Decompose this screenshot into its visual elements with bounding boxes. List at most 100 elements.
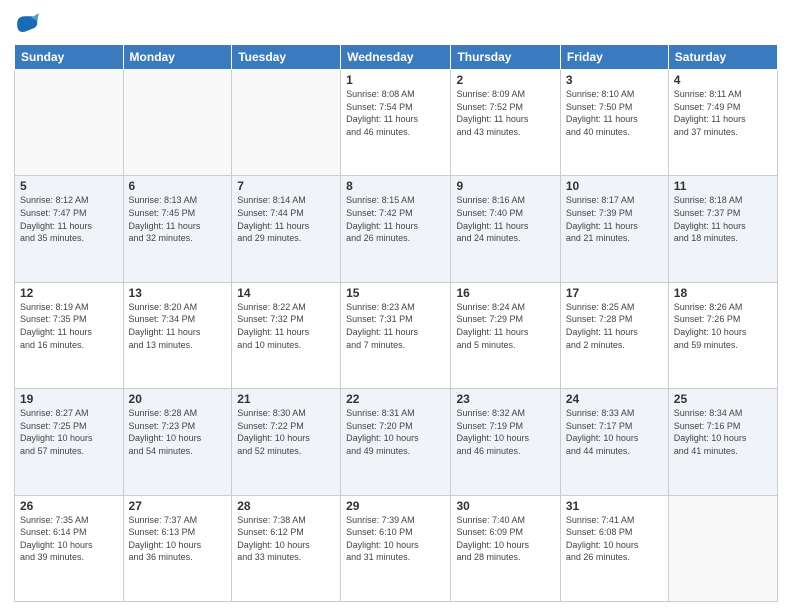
- day-info: Sunrise: 8:23 AM Sunset: 7:31 PM Dayligh…: [346, 301, 445, 351]
- day-number: 10: [566, 179, 663, 193]
- calendar-cell: 13Sunrise: 8:20 AM Sunset: 7:34 PM Dayli…: [123, 282, 232, 388]
- day-number: 13: [129, 286, 227, 300]
- day-info: Sunrise: 8:26 AM Sunset: 7:26 PM Dayligh…: [674, 301, 772, 351]
- calendar-table: SundayMondayTuesdayWednesdayThursdayFrid…: [14, 44, 778, 602]
- day-number: 9: [456, 179, 554, 193]
- calendar-cell: [668, 495, 777, 601]
- day-number: 12: [20, 286, 118, 300]
- day-info: Sunrise: 8:18 AM Sunset: 7:37 PM Dayligh…: [674, 194, 772, 244]
- calendar-cell: 7Sunrise: 8:14 AM Sunset: 7:44 PM Daylig…: [232, 176, 341, 282]
- day-number: 14: [237, 286, 335, 300]
- calendar-cell: 4Sunrise: 8:11 AM Sunset: 7:49 PM Daylig…: [668, 70, 777, 176]
- day-info: Sunrise: 8:31 AM Sunset: 7:20 PM Dayligh…: [346, 407, 445, 457]
- weekday-header: Monday: [123, 45, 232, 70]
- weekday-header: Sunday: [15, 45, 124, 70]
- day-number: 24: [566, 392, 663, 406]
- calendar-cell: 9Sunrise: 8:16 AM Sunset: 7:40 PM Daylig…: [451, 176, 560, 282]
- calendar-cell: [232, 70, 341, 176]
- day-number: 21: [237, 392, 335, 406]
- day-info: Sunrise: 8:13 AM Sunset: 7:45 PM Dayligh…: [129, 194, 227, 244]
- day-info: Sunrise: 8:08 AM Sunset: 7:54 PM Dayligh…: [346, 88, 445, 138]
- weekday-header: Saturday: [668, 45, 777, 70]
- calendar-cell: 24Sunrise: 8:33 AM Sunset: 7:17 PM Dayli…: [560, 389, 668, 495]
- day-info: Sunrise: 8:30 AM Sunset: 7:22 PM Dayligh…: [237, 407, 335, 457]
- day-info: Sunrise: 7:40 AM Sunset: 6:09 PM Dayligh…: [456, 514, 554, 564]
- day-number: 17: [566, 286, 663, 300]
- day-info: Sunrise: 7:39 AM Sunset: 6:10 PM Dayligh…: [346, 514, 445, 564]
- day-number: 7: [237, 179, 335, 193]
- calendar-cell: 11Sunrise: 8:18 AM Sunset: 7:37 PM Dayli…: [668, 176, 777, 282]
- calendar-cell: 1Sunrise: 8:08 AM Sunset: 7:54 PM Daylig…: [341, 70, 451, 176]
- calendar-cell: 29Sunrise: 7:39 AM Sunset: 6:10 PM Dayli…: [341, 495, 451, 601]
- calendar-cell: 21Sunrise: 8:30 AM Sunset: 7:22 PM Dayli…: [232, 389, 341, 495]
- day-number: 11: [674, 179, 772, 193]
- calendar-cell: 27Sunrise: 7:37 AM Sunset: 6:13 PM Dayli…: [123, 495, 232, 601]
- day-info: Sunrise: 8:15 AM Sunset: 7:42 PM Dayligh…: [346, 194, 445, 244]
- calendar-cell: 2Sunrise: 8:09 AM Sunset: 7:52 PM Daylig…: [451, 70, 560, 176]
- calendar-cell: [15, 70, 124, 176]
- day-number: 28: [237, 499, 335, 513]
- day-number: 6: [129, 179, 227, 193]
- day-number: 22: [346, 392, 445, 406]
- day-number: 31: [566, 499, 663, 513]
- calendar-cell: [123, 70, 232, 176]
- day-info: Sunrise: 8:32 AM Sunset: 7:19 PM Dayligh…: [456, 407, 554, 457]
- day-number: 5: [20, 179, 118, 193]
- day-info: Sunrise: 8:27 AM Sunset: 7:25 PM Dayligh…: [20, 407, 118, 457]
- day-number: 18: [674, 286, 772, 300]
- calendar-cell: 28Sunrise: 7:38 AM Sunset: 6:12 PM Dayli…: [232, 495, 341, 601]
- calendar-cell: 22Sunrise: 8:31 AM Sunset: 7:20 PM Dayli…: [341, 389, 451, 495]
- day-info: Sunrise: 8:17 AM Sunset: 7:39 PM Dayligh…: [566, 194, 663, 244]
- calendar-cell: 10Sunrise: 8:17 AM Sunset: 7:39 PM Dayli…: [560, 176, 668, 282]
- day-info: Sunrise: 8:14 AM Sunset: 7:44 PM Dayligh…: [237, 194, 335, 244]
- day-number: 30: [456, 499, 554, 513]
- day-number: 3: [566, 73, 663, 87]
- day-info: Sunrise: 7:35 AM Sunset: 6:14 PM Dayligh…: [20, 514, 118, 564]
- calendar-cell: 16Sunrise: 8:24 AM Sunset: 7:29 PM Dayli…: [451, 282, 560, 388]
- day-info: Sunrise: 8:28 AM Sunset: 7:23 PM Dayligh…: [129, 407, 227, 457]
- day-number: 23: [456, 392, 554, 406]
- calendar-cell: 19Sunrise: 8:27 AM Sunset: 7:25 PM Dayli…: [15, 389, 124, 495]
- day-number: 4: [674, 73, 772, 87]
- day-info: Sunrise: 7:41 AM Sunset: 6:08 PM Dayligh…: [566, 514, 663, 564]
- calendar-cell: 23Sunrise: 8:32 AM Sunset: 7:19 PM Dayli…: [451, 389, 560, 495]
- day-number: 25: [674, 392, 772, 406]
- day-info: Sunrise: 8:20 AM Sunset: 7:34 PM Dayligh…: [129, 301, 227, 351]
- day-number: 29: [346, 499, 445, 513]
- day-number: 19: [20, 392, 118, 406]
- day-number: 2: [456, 73, 554, 87]
- calendar-cell: 14Sunrise: 8:22 AM Sunset: 7:32 PM Dayli…: [232, 282, 341, 388]
- calendar-cell: 12Sunrise: 8:19 AM Sunset: 7:35 PM Dayli…: [15, 282, 124, 388]
- day-number: 16: [456, 286, 554, 300]
- day-number: 8: [346, 179, 445, 193]
- calendar-cell: 5Sunrise: 8:12 AM Sunset: 7:47 PM Daylig…: [15, 176, 124, 282]
- calendar-cell: 3Sunrise: 8:10 AM Sunset: 7:50 PM Daylig…: [560, 70, 668, 176]
- day-info: Sunrise: 8:34 AM Sunset: 7:16 PM Dayligh…: [674, 407, 772, 457]
- day-info: Sunrise: 8:25 AM Sunset: 7:28 PM Dayligh…: [566, 301, 663, 351]
- calendar-cell: 31Sunrise: 7:41 AM Sunset: 6:08 PM Dayli…: [560, 495, 668, 601]
- day-number: 1: [346, 73, 445, 87]
- page: SundayMondayTuesdayWednesdayThursdayFrid…: [0, 0, 792, 612]
- day-info: Sunrise: 7:37 AM Sunset: 6:13 PM Dayligh…: [129, 514, 227, 564]
- calendar-cell: 18Sunrise: 8:26 AM Sunset: 7:26 PM Dayli…: [668, 282, 777, 388]
- calendar-cell: 20Sunrise: 8:28 AM Sunset: 7:23 PM Dayli…: [123, 389, 232, 495]
- header: [14, 10, 778, 38]
- calendar-cell: 25Sunrise: 8:34 AM Sunset: 7:16 PM Dayli…: [668, 389, 777, 495]
- logo: [14, 10, 46, 38]
- calendar-cell: 8Sunrise: 8:15 AM Sunset: 7:42 PM Daylig…: [341, 176, 451, 282]
- day-info: Sunrise: 8:10 AM Sunset: 7:50 PM Dayligh…: [566, 88, 663, 138]
- day-number: 27: [129, 499, 227, 513]
- day-number: 15: [346, 286, 445, 300]
- day-info: Sunrise: 8:11 AM Sunset: 7:49 PM Dayligh…: [674, 88, 772, 138]
- day-number: 20: [129, 392, 227, 406]
- weekday-header: Wednesday: [341, 45, 451, 70]
- weekday-header: Friday: [560, 45, 668, 70]
- day-info: Sunrise: 8:12 AM Sunset: 7:47 PM Dayligh…: [20, 194, 118, 244]
- calendar-cell: 30Sunrise: 7:40 AM Sunset: 6:09 PM Dayli…: [451, 495, 560, 601]
- weekday-header: Tuesday: [232, 45, 341, 70]
- day-info: Sunrise: 8:33 AM Sunset: 7:17 PM Dayligh…: [566, 407, 663, 457]
- calendar-cell: 15Sunrise: 8:23 AM Sunset: 7:31 PM Dayli…: [341, 282, 451, 388]
- calendar-cell: 6Sunrise: 8:13 AM Sunset: 7:45 PM Daylig…: [123, 176, 232, 282]
- calendar-cell: 26Sunrise: 7:35 AM Sunset: 6:14 PM Dayli…: [15, 495, 124, 601]
- day-info: Sunrise: 8:19 AM Sunset: 7:35 PM Dayligh…: [20, 301, 118, 351]
